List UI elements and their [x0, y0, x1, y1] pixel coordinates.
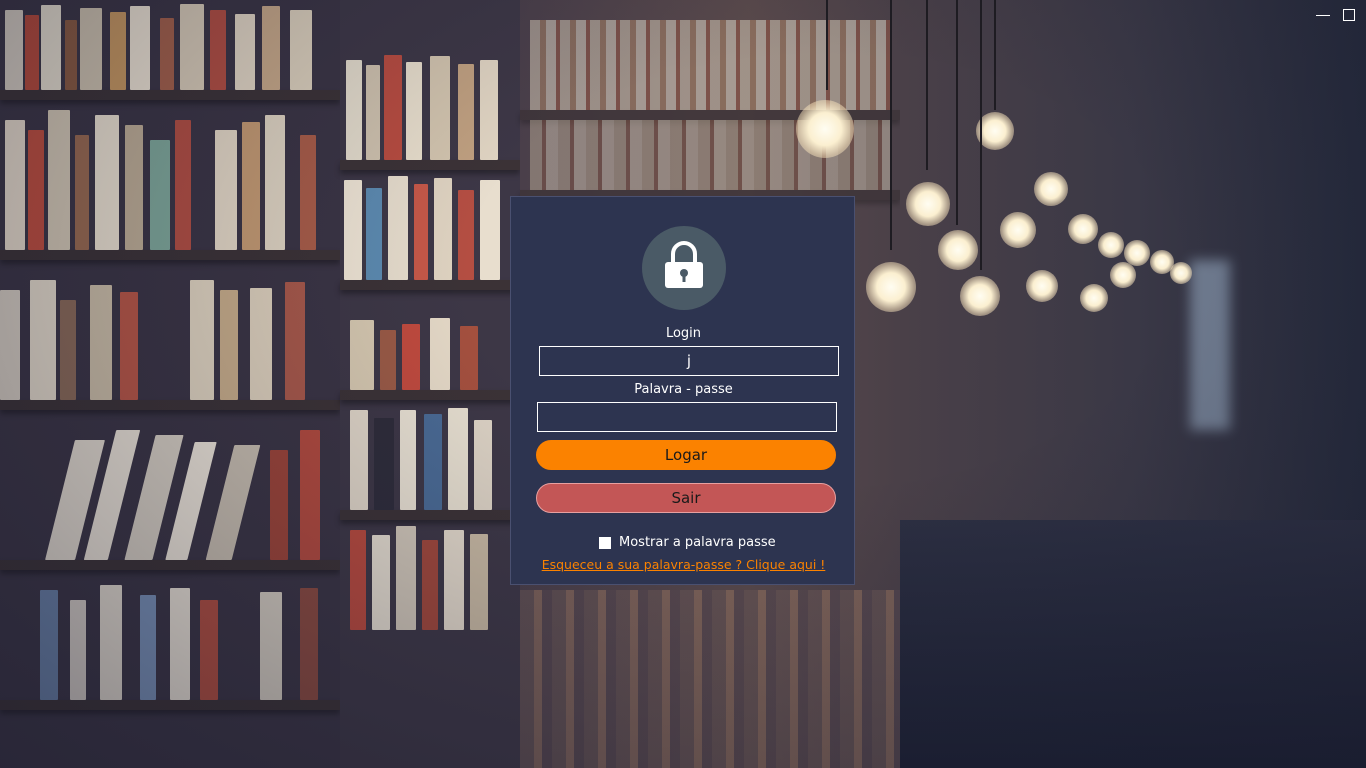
login-input[interactable]	[539, 346, 839, 376]
login-panel: Login Palavra - passe Logar Sair Mostrar…	[510, 196, 855, 585]
exit-button[interactable]: Sair	[536, 483, 836, 513]
show-password-toggle[interactable]: Mostrar a palavra passe	[599, 535, 776, 550]
login-label: Login	[665, 326, 702, 341]
maximize-icon[interactable]	[1342, 8, 1356, 22]
show-password-label: Mostrar a palavra passe	[619, 535, 776, 550]
show-password-checkbox[interactable]	[599, 536, 611, 549]
minimize-icon[interactable]	[1316, 8, 1330, 22]
lock-avatar	[642, 226, 726, 310]
forgot-password-link[interactable]: Esqueceu a sua palavra-passe ? Clique aq…	[511, 557, 856, 572]
login-button[interactable]: Logar	[536, 440, 836, 470]
password-input[interactable]	[537, 402, 837, 432]
password-label: Palavra - passe	[634, 382, 733, 397]
window-controls	[1316, 8, 1356, 22]
padlock-icon	[665, 241, 703, 288]
